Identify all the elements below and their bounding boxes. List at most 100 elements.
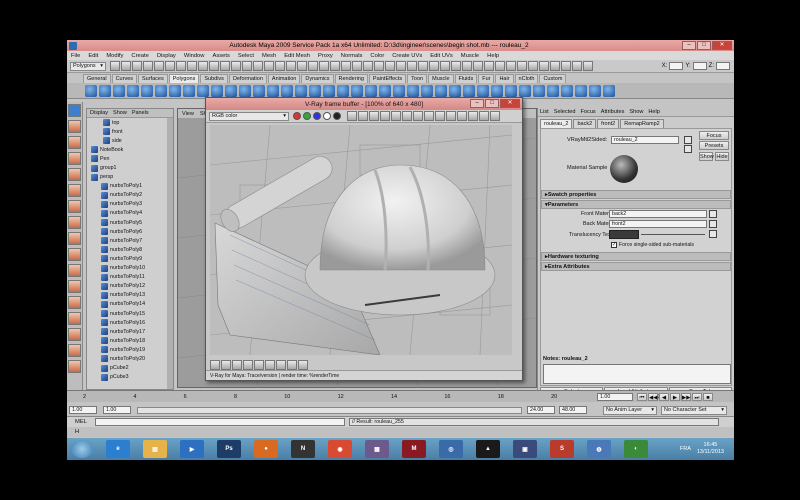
x-field[interactable] (669, 62, 684, 70)
maximize-button[interactable]: □ (697, 40, 711, 50)
vray-tool-icon[interactable] (402, 111, 412, 121)
outliner-item[interactable]: nurbsToPoly7 (87, 236, 173, 245)
status-tool-icon[interactable] (539, 61, 549, 71)
time-slider[interactable]: 24681012141618202224 1.00 ⏮◀◀◀▶▶▶⏭■ (67, 390, 734, 402)
status-tool-icon[interactable] (121, 61, 131, 71)
vray-bottom-icon[interactable] (210, 360, 220, 370)
menu-edit[interactable]: Edit (88, 53, 98, 59)
shelf-tab-surfaces[interactable]: Surfaces (138, 74, 168, 83)
shelf-tool-icon[interactable] (519, 84, 531, 97)
shelf-tool-icon[interactable] (225, 84, 237, 97)
vray-tool-icon[interactable] (347, 111, 357, 121)
status-tool-icon[interactable] (165, 61, 175, 71)
attr-tab-rouleau_2[interactable]: rouleau_2 (540, 119, 573, 128)
vray-bottom-icon[interactable] (254, 360, 264, 370)
nuke-icon[interactable]: N (291, 440, 315, 458)
node-link-icon[interactable] (684, 136, 692, 144)
status-tool-icon[interactable] (572, 61, 582, 71)
outliner-item[interactable]: nurbsToPoly9 (87, 254, 173, 263)
shelf-tool-icon[interactable] (561, 84, 573, 97)
shelf-tool-icon[interactable] (309, 84, 321, 97)
outliner-item[interactable]: nurbsToPoly11 (87, 273, 173, 282)
anim-layer-dropdown[interactable]: No Anim Layer ▾ (603, 406, 657, 415)
playback-button-icon[interactable]: ◀◀ (648, 393, 658, 401)
toolbox-tool-icon[interactable] (68, 136, 81, 149)
vray-frame-buffer[interactable]: V-Ray frame buffer - [100% of 640 x 480]… (205, 97, 523, 381)
shelf-tool-icon[interactable] (127, 84, 139, 97)
attr-menu-help[interactable]: Help (648, 109, 660, 115)
vray-tool-icon[interactable] (479, 111, 489, 121)
status-tool-icon[interactable] (253, 61, 263, 71)
front-material-field[interactable]: back2 (609, 210, 707, 218)
outliner-item[interactable]: nurbsToPoly2 (87, 191, 173, 200)
shelf-tool-icon[interactable] (477, 84, 489, 97)
shelf-tool-icon[interactable] (197, 84, 209, 97)
outliner-item[interactable]: nurbsToPoly6 (87, 227, 173, 236)
green-channel-icon[interactable] (303, 112, 311, 120)
shelf-tab-general[interactable]: General (83, 74, 111, 83)
shelf-tool-icon[interactable] (183, 84, 195, 97)
shelf-tab-deformation[interactable]: Deformation (228, 74, 267, 83)
vray-tool-icon[interactable] (413, 111, 423, 121)
attr-menu-show[interactable]: Show (629, 109, 643, 115)
current-frame-field[interactable]: 1.00 (597, 393, 633, 401)
shelf-tool-icon[interactable] (421, 84, 433, 97)
shelf-tool-icon[interactable] (253, 84, 265, 97)
status-tool-icon[interactable] (363, 61, 373, 71)
status-tool-icon[interactable] (110, 61, 120, 71)
status-tool-icon[interactable] (473, 61, 483, 71)
outliner-item[interactable]: nurbsToPoly10 (87, 264, 173, 273)
channel-dropdown[interactable]: RGB color ▾ (209, 111, 289, 121)
menu-file[interactable]: File (71, 53, 80, 59)
outliner-item[interactable]: top (87, 118, 173, 127)
shelf-tool-icon[interactable] (449, 84, 461, 97)
menu-assets[interactable]: Assets (212, 53, 229, 59)
outliner-menu-show[interactable]: Show (113, 110, 127, 116)
shelf-tool-icon[interactable] (169, 84, 181, 97)
vray-close-button[interactable]: ✕ (500, 99, 520, 108)
status-tool-icon[interactable] (231, 61, 241, 71)
vray-tool-icon[interactable] (446, 111, 456, 121)
explorer-icon[interactable]: ▤ (143, 440, 167, 458)
shelf-tool-icon[interactable] (463, 84, 475, 97)
toolbox-tool-icon[interactable] (68, 328, 81, 341)
playback-button-icon[interactable]: ⏮ (637, 393, 647, 401)
status-tool-icon[interactable] (550, 61, 560, 71)
mono-icon[interactable] (333, 112, 341, 120)
shelf-tab-hair[interactable]: Hair (495, 74, 514, 83)
ie-icon[interactable]: e (106, 440, 130, 458)
range-bar[interactable] (137, 407, 522, 414)
notes-field[interactable] (543, 364, 731, 384)
toolbox-tool-icon[interactable] (68, 232, 81, 245)
vray-tool-icon[interactable] (468, 111, 478, 121)
status-tool-icon[interactable] (176, 61, 186, 71)
status-tool-icon[interactable] (418, 61, 428, 71)
menu-select[interactable]: Select (238, 53, 254, 59)
language-indicator[interactable]: FRA (680, 446, 691, 452)
status-tool-icon[interactable] (330, 61, 340, 71)
swatch-section[interactable]: ▸ Swatch properties (541, 190, 731, 199)
character-set-dropdown[interactable]: No Character Set ▾ (661, 406, 727, 415)
status-tool-icon[interactable] (484, 61, 494, 71)
shelf-tool-icon[interactable] (365, 84, 377, 97)
vray-tool-icon[interactable] (369, 111, 379, 121)
attr-tab-remapramp2[interactable]: RemapRamp2 (620, 119, 664, 128)
shelf-tool-icon[interactable] (85, 84, 97, 97)
vray-bottom-icon[interactable] (298, 360, 308, 370)
playback-button-icon[interactable]: ■ (703, 393, 713, 401)
status-tool-icon[interactable] (583, 61, 593, 71)
other-icon[interactable]: ◐ (624, 440, 648, 458)
shelf-tab-curves[interactable]: Curves (111, 74, 137, 83)
shelf-tool-icon[interactable] (379, 84, 391, 97)
globe-icon[interactable]: ◍ (587, 440, 611, 458)
status-tool-icon[interactable] (132, 61, 142, 71)
outliner-item[interactable]: NoteBook (87, 145, 173, 154)
status-tool-icon[interactable] (396, 61, 406, 71)
vray-bottom-icon[interactable] (276, 360, 286, 370)
toolbox-tool-icon[interactable] (68, 104, 81, 117)
status-tool-icon[interactable] (319, 61, 329, 71)
vray-bottom-icon[interactable] (221, 360, 231, 370)
alpha-channel-icon[interactable] (323, 112, 331, 120)
attr-menu-selected[interactable]: Selected (554, 109, 576, 115)
status-tool-icon[interactable] (187, 61, 197, 71)
